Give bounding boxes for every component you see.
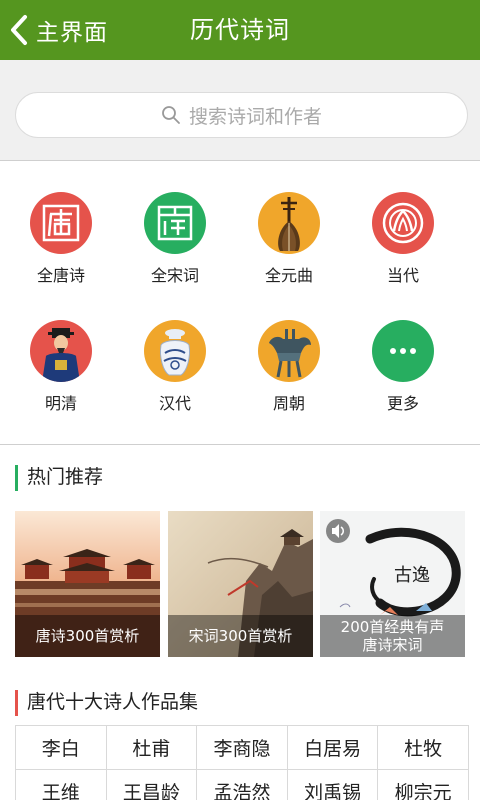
hot-recommend-section: 热门推荐 唐诗300首赏析 宋词300首赏析 古逸 200首经典有声 唐诗宋词 [0,445,480,670]
poet-cell[interactable]: 柳宗元 [378,770,469,800]
category-han-dai[interactable]: 汉代 [118,320,232,414]
category-label: 明清 [44,394,77,413]
svg-text:古逸: 古逸 [394,565,430,586]
tang-seal-icon [30,192,92,254]
poet-cell[interactable]: 刘禹锡 [288,770,379,800]
hot-card-tang[interactable]: 唐诗300首赏析 [15,511,160,657]
category-dang-dai[interactable]: 当代 [346,192,460,286]
category-label: 周朝 [272,394,305,413]
card-caption-line: 唐诗宋词 [362,636,423,654]
category-zhou-chao[interactable]: 周朝 [232,320,346,414]
card-caption: 宋词300首赏析 [168,615,313,657]
poet-cell[interactable]: 王昌龄 [107,770,198,800]
section-accent-bar [15,465,18,491]
poets-section: 唐代十大诗人作品集 李白 杜甫 李商隐 白居易 杜牧 王维 王昌龄 孟浩然 刘禹… [0,670,480,800]
category-more[interactable]: 更多 [346,320,460,414]
section-title: 唐代十大诗人作品集 [27,691,199,713]
bronze-vessel-icon [258,320,320,382]
poet-cell[interactable]: 白居易 [287,726,379,770]
category-label: 全宋词 [150,266,199,285]
song-seal-icon [144,192,206,254]
section-accent-bar [15,690,18,716]
porcelain-jar-icon [144,320,206,382]
poet-cell[interactable]: 杜甫 [106,726,198,770]
modern-emblem-icon [372,192,434,254]
ming-official-icon [30,320,92,382]
hot-card-song[interactable]: 宋词300首赏析 [168,511,313,657]
search-area: 搜索诗词和作者 [0,60,480,160]
card-caption: 唐诗300首赏析 [15,615,160,657]
top-bar: 主界面 历代诗词 [0,0,480,60]
card-caption-line: 200首经典有声 [340,618,445,636]
category-grid: 全唐诗 全宋词 全元曲 当代 明清 汉代 周朝 更多 [0,161,480,444]
page-title: 历代诗词 [190,16,290,44]
category-label: 全元曲 [264,266,313,285]
card-caption: 200首经典有声 唐诗宋词 [320,615,465,657]
category-label: 汉代 [158,394,191,413]
category-label: 全唐诗 [36,266,85,285]
poet-cell[interactable]: 李商隐 [197,726,288,770]
category-quan-yuan-qu[interactable]: 全元曲 [232,192,346,286]
category-label: 更多 [386,394,419,413]
poet-row: 王维 王昌龄 孟浩然 刘禹锡 柳宗元 [16,770,469,800]
category-label: 当代 [386,266,419,285]
section-title: 热门推荐 [27,466,104,488]
search-input[interactable]: 搜索诗词和作者 [15,92,468,138]
poet-cell[interactable]: 王维 [16,770,107,800]
poet-cell[interactable]: 李白 [16,726,107,770]
more-dots-icon [372,320,434,382]
search-icon [162,106,180,124]
section-header: 唐代十大诗人作品集 [0,670,480,730]
hot-card-audio[interactable]: 古逸 200首经典有声 唐诗宋词 [320,511,465,657]
poet-cell[interactable]: 孟浩然 [197,770,288,800]
pipa-instrument-icon [258,192,320,254]
section-header: 热门推荐 [0,445,480,505]
poet-grid: 李白 杜甫 李商隐 白居易 杜牧 王维 王昌龄 孟浩然 刘禹锡 柳宗元 [15,725,469,800]
poet-cell[interactable]: 杜牧 [378,726,469,770]
category-quan-song-ci[interactable]: 全宋词 [118,192,232,286]
category-ming-qing[interactable]: 明清 [4,320,118,414]
category-quan-tang-shi[interactable]: 全唐诗 [4,192,118,286]
search-placeholder: 搜索诗词和作者 [188,105,322,128]
poet-row: 李白 杜甫 李商隐 白居易 杜牧 [16,726,469,770]
